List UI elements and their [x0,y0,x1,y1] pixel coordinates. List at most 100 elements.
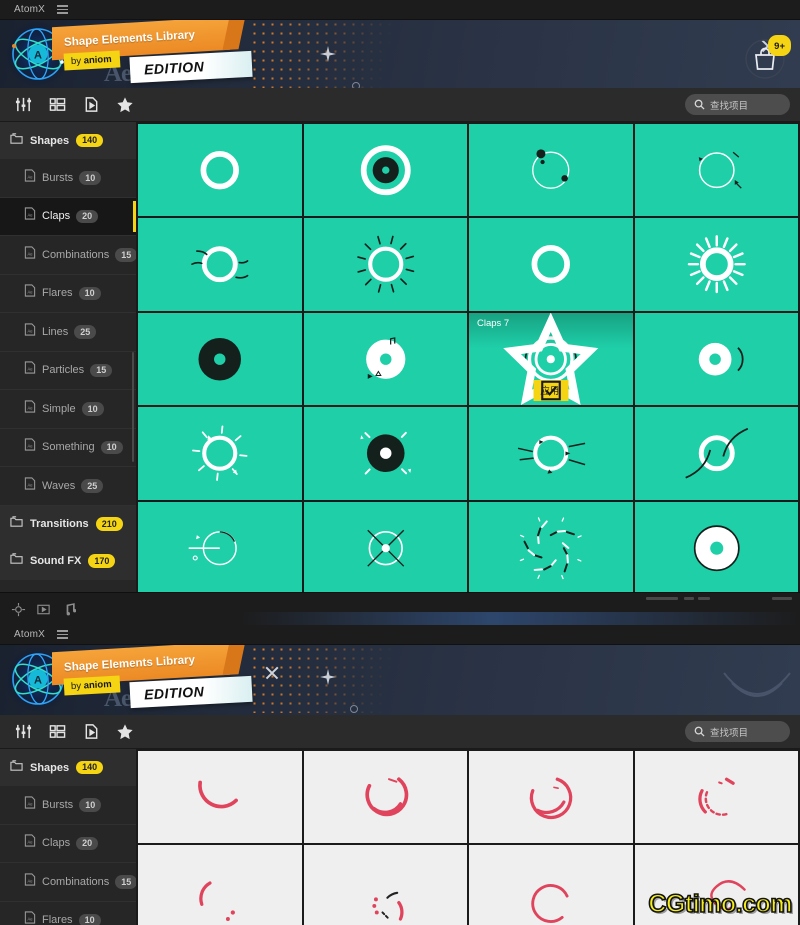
ae-file-icon: Ae [24,169,36,187]
filter-sliders-icon[interactable] [8,718,38,746]
sidebar-item-lines[interactable]: Ae Lines 25 [0,313,136,352]
sidebar-scrollbar[interactable] [131,352,134,462]
sidebar-group-sound fx[interactable]: Sound FX 170 [0,543,136,580]
sidebar-item-simple[interactable]: Ae Simple 10 [0,390,136,429]
asset-tile[interactable] [138,501,302,592]
asset-tile[interactable] [634,407,798,500]
ae-file-icon: Ae [24,873,36,891]
subcategory-list: Ae Bursts 10 Ae Claps 20 Ae Combinations 15 Ae Fla… [0,159,136,506]
checkbox-checked-icon [540,380,561,401]
folder-icon [10,552,23,570]
apply-button[interactable]: 应用 [533,380,569,402]
promo-banner-top: A Ae Shape Elements Library by aniom EDI… [0,20,800,88]
category-sidebar[interactable]: Shapes 140 Ae Bursts 10 Ae Claps 20 Ae Combinatio… [0,122,136,592]
panel-highlight-glow [240,612,800,626]
asset-tile[interactable] [303,218,467,311]
sidebar-group-shapes[interactable]: Shapes 140 [0,749,136,786]
asset-tile[interactable] [469,124,633,217]
sidebar-item-bursts[interactable]: Ae Bursts 10 [0,786,136,825]
asset-preview-ring-rays-arrow [517,435,586,474]
sidebar-item-particles[interactable]: Ae Particles 15 [0,352,136,390]
asset-preview-red-arc-broken [529,777,573,820]
asset-tile[interactable]: Claps 7 应用 [469,312,633,406]
group-count-badge: 210 [95,517,123,531]
svg-text:Ae: Ae [28,444,34,449]
asset-tile[interactable] [303,124,467,217]
hamburger-icon[interactable] [57,5,69,14]
sidebar-group-shapes[interactable]: Shapes 140 [0,122,136,159]
atomx-panel-top: AtomX A Ae Shape Elements Library by ani… [0,0,800,592]
category-sidebar[interactable]: Shapes 140 Ae Bursts 10 Ae Claps 20 Ae Combinatio… [0,749,136,925]
asset-tile[interactable] [634,312,798,406]
file-play-icon[interactable] [76,718,106,746]
asset-tile[interactable] [138,845,302,925]
sidebar-item-label: Combinations [42,875,110,888]
asset-grid[interactable]: Claps 7 应用 [136,122,800,592]
sidebar-item-claps[interactable]: Ae Claps 20 [0,825,136,863]
sidebar-group-transitions[interactable]: Transitions 210 [0,506,136,543]
asset-tile[interactable] [469,501,633,592]
author-prefix: by [70,54,84,67]
sidebar-item-count: 25 [81,479,104,493]
sidebar-item-waves[interactable]: Ae Waves 25 [0,467,136,506]
asset-preview-ring-tri-rays [192,425,248,482]
list-view-icon[interactable] [42,718,72,746]
asset-preview-ring [200,150,239,190]
transform-anchor-icon[interactable] [10,601,27,618]
edition-label: EDITION [143,683,205,703]
sidebar-item-combinations[interactable]: Ae Combinations 15 [0,236,136,275]
edition-label: EDITION [143,58,205,78]
group-count-badge: 140 [76,760,104,775]
filter-sliders-icon[interactable] [8,91,38,119]
asset-tile[interactable] [138,124,302,217]
sidebar-item-combinations[interactable]: Ae Combinations 15 [0,863,136,902]
asset-tile[interactable] [634,751,798,844]
svg-text:Ae: Ae [28,328,34,333]
asset-tile[interactable] [634,501,798,592]
asset-preview-red-arc-small [199,881,235,922]
toolbar-bottom: 查找项目 [0,715,800,749]
search-input[interactable]: 查找项目 [685,721,790,742]
asset-tile[interactable] [138,751,302,844]
asset-tile[interactable] [469,407,633,500]
star-icon[interactable] [110,91,140,119]
atomx-screenshot: AtomX A Ae Shape Elements Library by ani… [0,0,800,925]
sidebar-item-flares[interactable]: Ae Flares 10 [0,902,136,925]
asset-tile[interactable] [303,501,467,592]
ae-file-icon: Ae [24,207,36,225]
asset-preview-ring-spikes [687,235,746,294]
asset-preview-ring-dashes [356,236,414,294]
asset-tile[interactable] [138,218,302,311]
sidebar-item-something[interactable]: Ae Something 10 [0,429,136,467]
asset-tile[interactable] [138,312,302,406]
asset-tile[interactable] [303,407,467,500]
asset-preview-red-arc-double [364,777,408,817]
asset-tile[interactable] [634,218,798,311]
music-note-icon[interactable] [60,601,77,618]
search-input[interactable]: 查找项目 [685,94,790,115]
star-icon[interactable] [110,718,140,746]
ae-file-icon: Ae [24,438,36,456]
sidebar-item-claps[interactable]: Ae Claps 20 [0,197,136,236]
cart-badge-count: 9+ [774,41,785,52]
asset-tile[interactable] [303,751,467,844]
file-play-icon[interactable] [76,91,106,119]
hamburger-icon[interactable] [57,630,69,639]
cart-button[interactable]: 9+ [744,35,791,80]
close-icon[interactable] [264,665,280,681]
list-view-icon[interactable] [42,91,72,119]
ui-fragment [698,597,710,600]
asset-tile[interactable] [469,218,633,311]
video-play-icon[interactable] [35,601,52,618]
ae-file-icon: Ae [24,323,36,341]
sidebar-item-flares[interactable]: Ae Flares 10 [0,275,136,313]
toolbar-top: 查找项目 [0,88,800,122]
sidebar-item-bursts[interactable]: Ae Bursts 10 [0,159,136,198]
asset-tile[interactable] [138,407,302,500]
asset-tile[interactable] [469,751,633,844]
asset-tile[interactable] [303,312,467,406]
group-count-badge: 170 [88,554,116,568]
asset-tile[interactable] [634,124,798,217]
asset-tile[interactable] [303,845,467,925]
asset-tile[interactable] [469,845,633,925]
